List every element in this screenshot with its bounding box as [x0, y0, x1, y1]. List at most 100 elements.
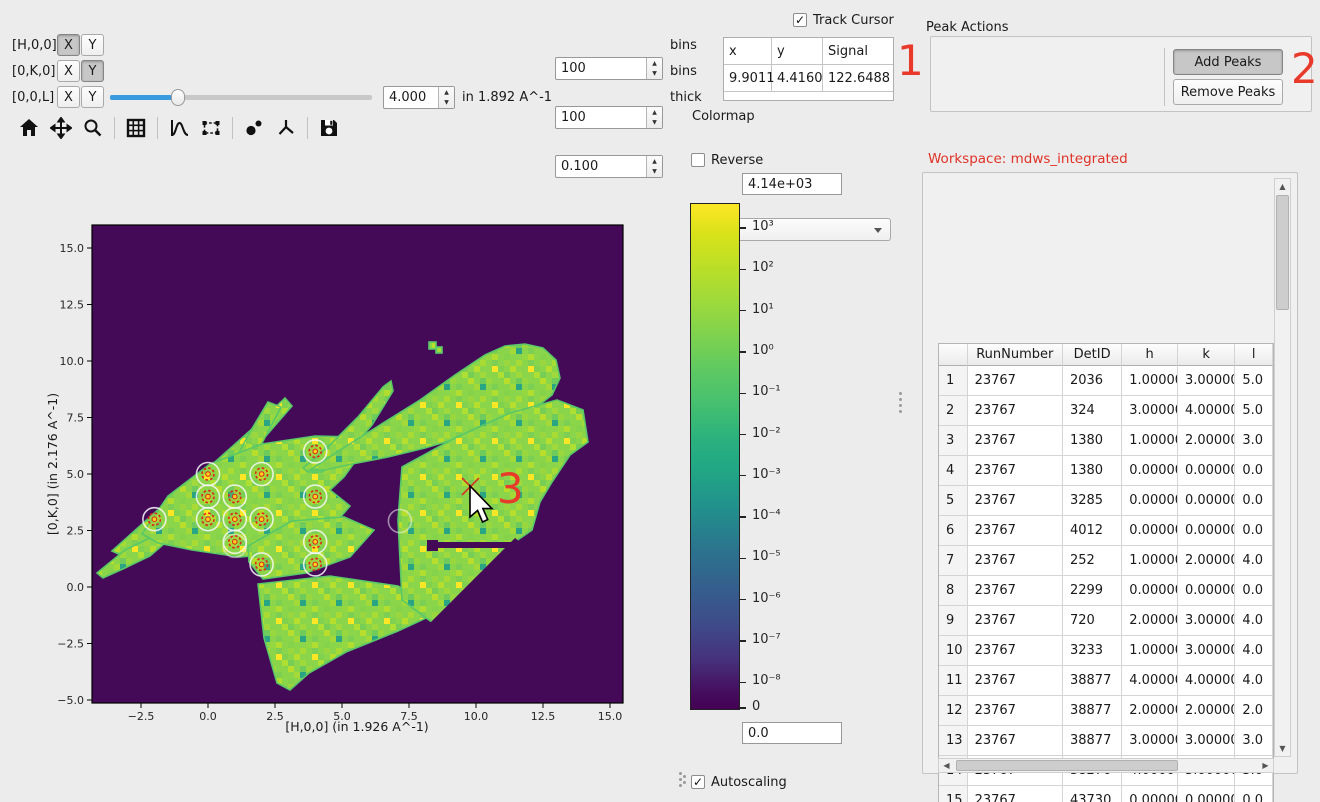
table-cell[interactable]: 4 — [939, 456, 968, 486]
table-row[interactable]: 2237673243.000004.000005.0 — [939, 396, 1273, 426]
table-row[interactable]: 62376740120.000000.000000.0 — [939, 516, 1273, 546]
dim-00l-x-button[interactable]: X — [57, 86, 80, 108]
table-cell[interactable]: 5 — [939, 486, 968, 516]
table-cell[interactable]: 0.00000 — [1122, 486, 1178, 516]
table-cell[interactable]: 2299 — [1063, 576, 1122, 606]
splitter-handle-bottom[interactable] — [679, 772, 687, 790]
dim-00l-y-button[interactable]: Y — [81, 86, 104, 108]
table-cell[interactable]: 0.0 — [1235, 576, 1273, 606]
table-cell[interactable]: 38877 — [1063, 666, 1122, 696]
colorbar-min-field[interactable]: 0.0 — [742, 722, 842, 744]
table-cell[interactable]: 4.0 — [1235, 546, 1273, 576]
table-row[interactable]: 9237677202.000003.000004.0 — [939, 606, 1273, 636]
table-cell[interactable]: 23767 — [968, 726, 1063, 756]
table-cell[interactable]: 2036 — [1063, 366, 1122, 396]
table-cell[interactable]: 0.00000 — [1178, 486, 1235, 516]
table-cell[interactable]: 12 — [939, 696, 968, 726]
table-cell[interactable]: 3233 — [1063, 636, 1122, 666]
table-cell[interactable]: 3.0 — [1235, 726, 1273, 756]
add-peaks-button[interactable]: Add Peaks — [1173, 49, 1283, 75]
x-bins-spinbox[interactable]: 100 ▲▼ — [555, 57, 663, 80]
table-cell[interactable]: 3.00000 — [1178, 636, 1235, 666]
table-row[interactable]: 12376720361.000003.000005.0 — [939, 366, 1273, 396]
column-header-l[interactable]: l — [1235, 344, 1273, 366]
table-cell[interactable]: 0.0 — [1235, 456, 1273, 486]
table-cell[interactable]: 0.00000 — [1178, 576, 1235, 606]
table-cell[interactable]: 4.00000 — [1122, 666, 1178, 696]
zoom-icon[interactable] — [78, 114, 108, 142]
table-cell[interactable]: 0.00000 — [1122, 786, 1178, 802]
table-cell[interactable]: 3285 — [1063, 486, 1122, 516]
table-cell[interactable]: 0.00000 — [1122, 516, 1178, 546]
table-cell[interactable]: 2 — [939, 396, 968, 426]
x-bins-spin-buttons[interactable]: ▲▼ — [646, 58, 662, 79]
table-row[interactable]: 1223767388772.000002.000002.0 — [939, 696, 1273, 726]
table-cell[interactable]: 0.0 — [1235, 786, 1273, 802]
table-cell[interactable]: 23767 — [968, 516, 1063, 546]
slice-slider-handle[interactable] — [171, 89, 185, 106]
column-header-DetID[interactable]: DetID — [1063, 344, 1122, 366]
table-cell[interactable]: 4.0 — [1235, 606, 1273, 636]
table-cell[interactable]: 23767 — [968, 696, 1063, 726]
table-cell[interactable]: 4.00000 — [1178, 666, 1235, 696]
table-cell[interactable]: 4012 — [1063, 516, 1122, 546]
track-cursor-checkbox[interactable]: ✓ — [793, 13, 807, 27]
thickness-spinbox[interactable]: 0.100 ▲▼ — [555, 155, 663, 178]
table-cell[interactable]: 11 — [939, 666, 968, 696]
table-cell[interactable]: 0.0 — [1235, 516, 1273, 546]
table-cell[interactable]: 13 — [939, 726, 968, 756]
table-cell[interactable]: 2.0 — [1235, 696, 1273, 726]
y-bins-spinbox[interactable]: 100 ▲▼ — [555, 106, 663, 129]
table-cell[interactable]: 23767 — [968, 786, 1063, 802]
table-cell[interactable]: 23767 — [968, 576, 1063, 606]
table-cell[interactable]: 0.00000 — [1178, 786, 1235, 802]
table-cell[interactable]: 15 — [939, 786, 968, 802]
table-row[interactable]: 1123767388774.000004.000004.0 — [939, 666, 1273, 696]
scroll-left-arrow[interactable]: ◀ — [940, 759, 953, 772]
table-cell[interactable]: 2.00000 — [1122, 696, 1178, 726]
column-header-index[interactable] — [939, 344, 968, 366]
scroll-right-arrow[interactable]: ▶ — [1259, 759, 1272, 772]
table-cell[interactable]: 23767 — [968, 606, 1063, 636]
table-cell[interactable]: 8 — [939, 576, 968, 606]
table-cell[interactable]: 3.00000 — [1122, 396, 1178, 426]
table-cell[interactable]: 2.00000 — [1178, 696, 1235, 726]
y-bins-spin-buttons[interactable]: ▲▼ — [646, 107, 662, 128]
table-cell[interactable]: 1.00000 — [1122, 636, 1178, 666]
table-row[interactable]: 1523767437300.000000.000000.0 — [939, 786, 1273, 802]
table-cell[interactable]: 0.00000 — [1122, 576, 1178, 606]
table-horizontal-scrollbar[interactable]: ◀ ▶ — [938, 758, 1274, 773]
table-cell[interactable]: 1380 — [1063, 456, 1122, 486]
dim-0k0-y-button[interactable]: Y — [81, 60, 104, 82]
table-row[interactable]: 52376732850.000000.000000.0 — [939, 486, 1273, 516]
table-cell[interactable]: 4.0 — [1235, 636, 1273, 666]
table-cell[interactable]: 7 — [939, 546, 968, 576]
table-row[interactable]: 102376732331.000003.000004.0 — [939, 636, 1273, 666]
table-cell[interactable]: 23767 — [968, 426, 1063, 456]
slice-plot[interactable]: −2.50.02.55.07.510.012.515.015.012.510.0… — [25, 215, 645, 750]
table-cell[interactable]: 3.0 — [1235, 426, 1273, 456]
table-cell[interactable]: 10 — [939, 636, 968, 666]
table-cell[interactable]: 324 — [1063, 396, 1122, 426]
remove-peaks-button[interactable]: Remove Peaks — [1173, 79, 1283, 105]
table-cell[interactable]: 0.00000 — [1122, 456, 1178, 486]
table-cell[interactable]: 1 — [939, 366, 968, 396]
table-cell[interactable]: 4.00000 — [1178, 396, 1235, 426]
dim-h00-y-button[interactable]: Y — [81, 34, 104, 56]
table-cell[interactable]: 38877 — [1063, 696, 1122, 726]
table-cell[interactable]: 3.00000 — [1178, 606, 1235, 636]
table-cell[interactable]: 3.00000 — [1122, 726, 1178, 756]
table-cell[interactable]: 5.0 — [1235, 366, 1273, 396]
table-row[interactable]: 32376713801.000002.000003.0 — [939, 426, 1273, 456]
table-cell[interactable]: 23767 — [968, 666, 1063, 696]
table-cell[interactable]: 1.00000 — [1122, 366, 1178, 396]
region-selection-icon[interactable] — [196, 114, 226, 142]
pan-icon[interactable] — [46, 114, 76, 142]
table-cell[interactable]: 23767 — [968, 396, 1063, 426]
table-row[interactable]: 1323767388773.000003.000003.0 — [939, 726, 1273, 756]
table-cell[interactable]: 0.00000 — [1178, 516, 1235, 546]
grid-icon[interactable] — [121, 114, 151, 142]
table-cell[interactable]: 23767 — [968, 636, 1063, 666]
dim-h00-x-button[interactable]: X — [57, 34, 80, 56]
table-cell[interactable]: 1.00000 — [1122, 546, 1178, 576]
